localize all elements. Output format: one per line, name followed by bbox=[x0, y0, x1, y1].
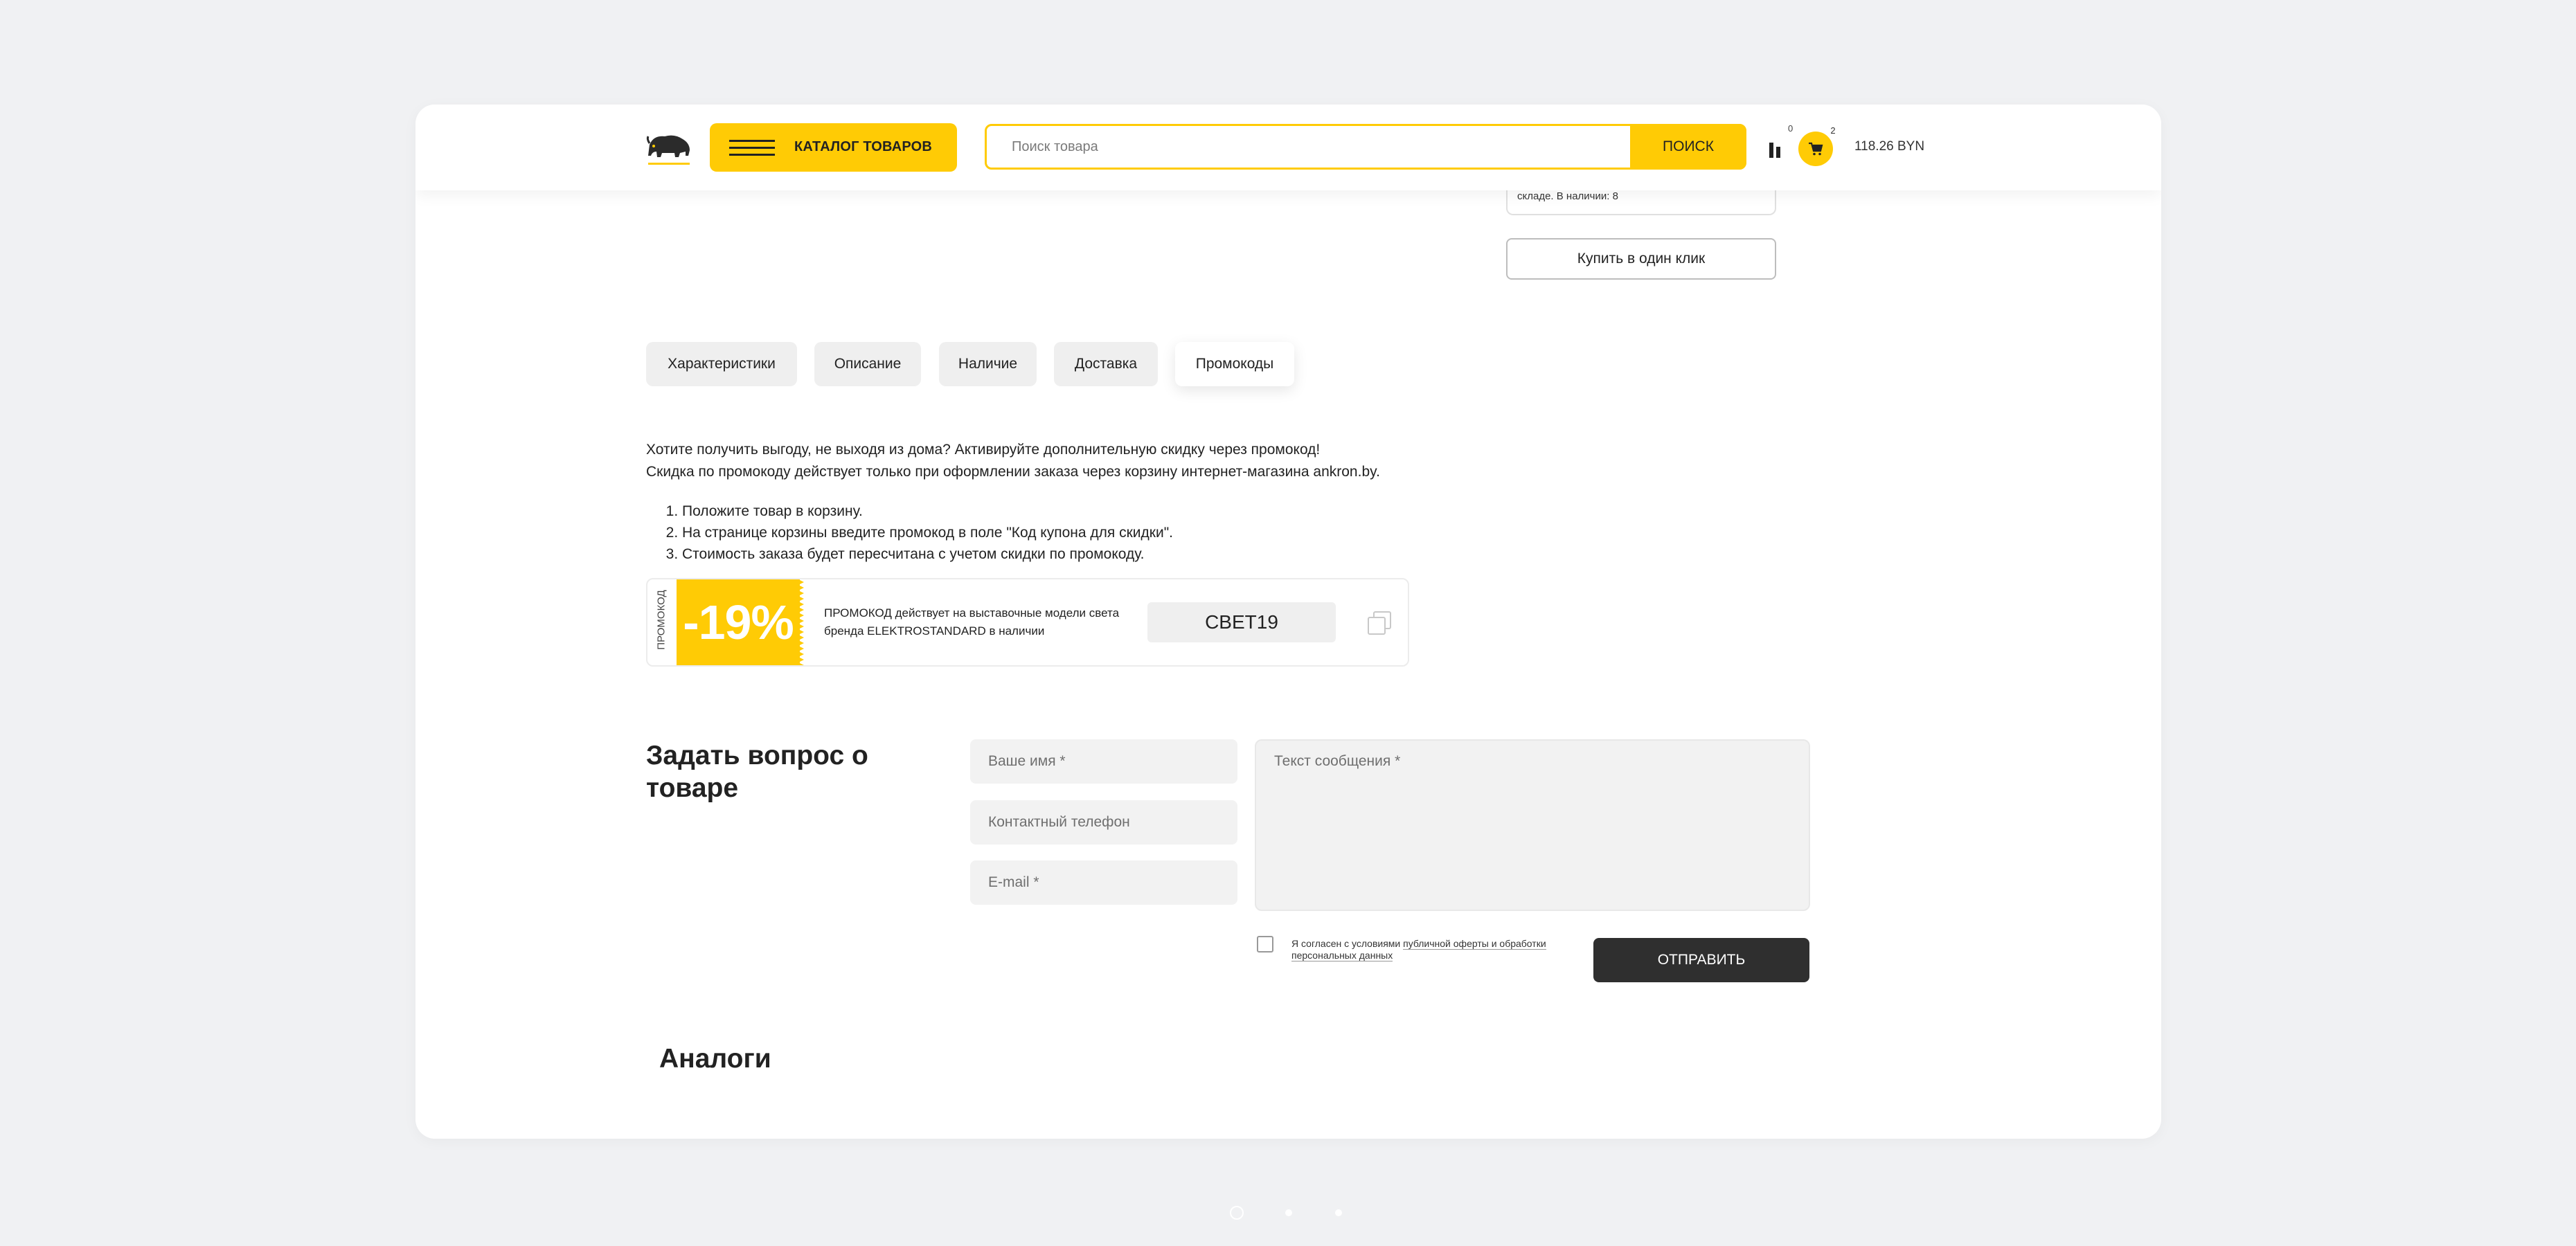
agree-text: Я согласен с условиями публичной оферты … bbox=[1291, 938, 1546, 961]
buy-one-click-button[interactable]: Купить в один клик bbox=[1506, 238, 1776, 280]
tab-characteristics[interactable]: Характеристики bbox=[646, 342, 797, 386]
coupon-side-label: ПРОМОКОД bbox=[647, 579, 678, 665]
page-card: складе. В наличии: 8 Купить в один клик … bbox=[415, 105, 2161, 1139]
slider-dot[interactable] bbox=[1285, 1209, 1292, 1216]
email-field[interactable] bbox=[970, 860, 1237, 905]
submit-button[interactable]: ОТПРАВИТЬ bbox=[1593, 938, 1809, 982]
search-input[interactable] bbox=[987, 126, 1624, 168]
site-header: КАТАЛОГ ТОВАРОВ ПОИСК 0 2 118.26 BYN bbox=[415, 105, 2161, 190]
tab-delivery[interactable]: Доставка bbox=[1054, 342, 1158, 386]
coupon-description: ПРОМОКОД действует на выставочные модели… bbox=[824, 606, 1120, 638]
list-item: Положите товар в корзину. bbox=[682, 500, 1173, 522]
coupon-discount: -19% bbox=[683, 595, 794, 649]
cart-total[interactable]: 118.26 BYN bbox=[1854, 139, 1924, 154]
promo-steps-list: Положите товар в корзину. На странице ко… bbox=[646, 500, 1173, 565]
catalog-button[interactable]: КАТАЛОГ ТОВАРОВ bbox=[710, 123, 957, 172]
compare-icon[interactable] bbox=[1766, 136, 1794, 163]
name-field[interactable] bbox=[970, 739, 1237, 784]
copy-icon[interactable] bbox=[1366, 610, 1393, 636]
bison-logo-icon[interactable] bbox=[644, 128, 694, 168]
search-bar: ПОИСК bbox=[985, 124, 1746, 170]
menu-icon bbox=[729, 140, 775, 156]
phone-field[interactable] bbox=[970, 800, 1237, 845]
tab-description[interactable]: Описание bbox=[814, 342, 921, 386]
agree-checkbox[interactable] bbox=[1257, 936, 1273, 952]
slider-dot-active[interactable] bbox=[1230, 1206, 1244, 1220]
message-field[interactable] bbox=[1255, 739, 1810, 911]
list-item: Стоимость заказа будет пересчитана с уче… bbox=[682, 543, 1173, 565]
search-button[interactable]: ПОИСК bbox=[1630, 124, 1746, 170]
question-form-title: Задать вопрос о товаре bbox=[646, 741, 868, 803]
promo-intro-line1: Хотите получить выгоду, не выходя из дом… bbox=[646, 442, 1321, 458]
promo-intro-line2: Скидка по промокоду действует только при… bbox=[646, 464, 1380, 480]
catalog-label: КАТАЛОГ ТОВАРОВ bbox=[794, 139, 933, 154]
cart-count-badge: 2 bbox=[1825, 123, 1841, 138]
coupon-code[interactable]: СВЕТ19 bbox=[1147, 602, 1336, 642]
tab-availability[interactable]: Наличие bbox=[939, 342, 1037, 386]
slider-dot[interactable] bbox=[1335, 1209, 1342, 1216]
list-item: На странице корзины введите промокод в п… bbox=[682, 522, 1173, 543]
compare-count: 0 bbox=[1788, 123, 1794, 134]
promo-coupon: ПРОМОКОД -19% ПРОМОКОД действует на выст… bbox=[646, 578, 1409, 667]
stock-text: складе. В наличии: 8 bbox=[1517, 190, 1618, 202]
tab-promocodes[interactable]: Промокоды bbox=[1175, 342, 1294, 386]
analogs-title: Аналоги bbox=[659, 1044, 771, 1074]
